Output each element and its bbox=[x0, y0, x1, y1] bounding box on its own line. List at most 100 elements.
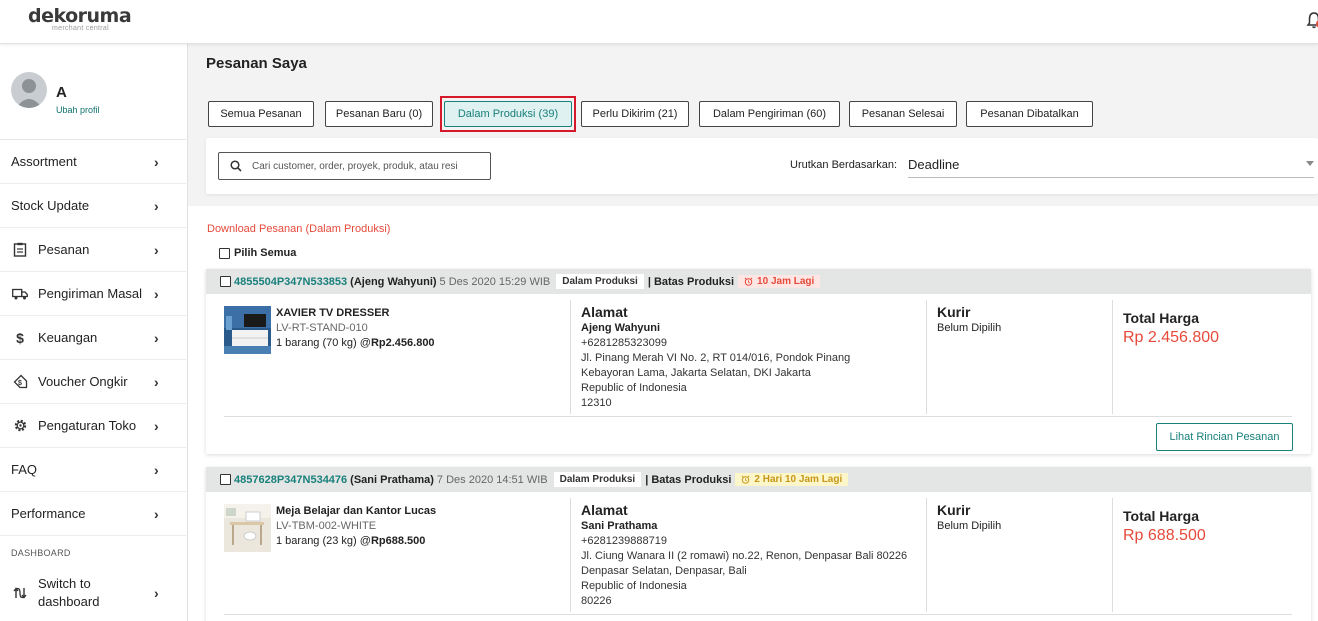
sidebar-item-label: Assortment bbox=[11, 154, 77, 169]
alarm-clock-icon bbox=[744, 277, 753, 286]
production-deadline-label: | Batas Produksi bbox=[645, 473, 732, 486]
chevron-right-icon: › bbox=[154, 329, 159, 346]
logo-text: dekoruma bbox=[28, 5, 132, 27]
status-badge: Dalam Produksi bbox=[556, 274, 644, 289]
chevron-right-icon: › bbox=[154, 461, 159, 478]
product-sku: LV-RT-STAND-010 bbox=[276, 322, 368, 334]
sidebar-item-pengiriman-masal[interactable]: Pengiriman Masal › bbox=[0, 272, 186, 316]
select-all[interactable]: Pilih Semua bbox=[219, 247, 296, 259]
address-recipient: Sani Prathama bbox=[581, 520, 658, 532]
sidebar-item-faq[interactable]: FAQ › bbox=[0, 448, 186, 492]
sidebar-item-keuangan[interactable]: $ Keuangan › bbox=[0, 316, 186, 360]
address-title: Alamat bbox=[581, 304, 628, 320]
gear-icon bbox=[12, 418, 28, 434]
tab-pesanan-baru[interactable]: Pesanan Baru (0) bbox=[325, 101, 433, 127]
clipboard-icon bbox=[12, 242, 28, 258]
sidebar-item-label: Performance bbox=[11, 506, 86, 521]
sidebar-item-stock-update[interactable]: Stock Update › bbox=[0, 184, 186, 228]
order-customer: (Ajeng Wahyuni) bbox=[350, 275, 437, 288]
notification-bell-icon[interactable] bbox=[1306, 11, 1318, 29]
total-price-value: Rp 688.500 bbox=[1123, 527, 1206, 544]
sidebar-item-performance[interactable]: Performance › bbox=[0, 492, 186, 536]
unit-price: Rp2.456.800 bbox=[370, 337, 435, 349]
order-header: 4857628P347N534476 (Sani Prathama) 7 Des… bbox=[206, 467, 1311, 492]
sort-select[interactable]: Deadline bbox=[908, 148, 1314, 178]
courier-title: Kurir bbox=[937, 304, 971, 320]
address-country: Republic of Indonesia bbox=[581, 382, 687, 394]
sidebar-item-assortment[interactable]: Assortment › bbox=[0, 140, 186, 184]
sidebar-item-label: Stock Update bbox=[11, 198, 90, 213]
search-input[interactable] bbox=[252, 160, 482, 172]
avatar[interactable] bbox=[11, 72, 47, 108]
product-quantity: 1 barang (70 kg) @Rp2.456.800 bbox=[276, 337, 435, 349]
deadline-text: 2 Hari 10 Jam Lagi bbox=[754, 474, 843, 485]
card-divider bbox=[224, 614, 1292, 615]
profile-section: A Ubah profil bbox=[0, 44, 186, 140]
page-title: Pesanan Saya bbox=[206, 55, 307, 72]
caret-down-icon bbox=[1306, 161, 1314, 166]
chevron-right-icon: › bbox=[154, 417, 159, 434]
chevron-right-icon: › bbox=[154, 197, 159, 214]
product-thumbnail[interactable] bbox=[224, 306, 271, 354]
product-name[interactable]: Meja Belajar dan Kantor Lucas bbox=[276, 505, 436, 517]
edit-profile-link[interactable]: Ubah profil bbox=[56, 105, 100, 115]
total-price-title: Total Harga bbox=[1123, 508, 1199, 524]
address-district: Kebayoran Lama, Jakarta Selatan, DKI Jak… bbox=[581, 367, 811, 379]
order-checkbox[interactable] bbox=[220, 474, 231, 485]
product-name[interactable]: XAVIER TV DRESSER bbox=[276, 307, 390, 319]
view-order-details-button[interactable]: Lihat Rincian Pesanan bbox=[1156, 423, 1293, 451]
download-orders-link[interactable]: Download Pesanan (Dalam Produksi) bbox=[207, 223, 390, 235]
deadline-badge: 10 Jam Lagi bbox=[738, 275, 821, 288]
tab-perlu-dikirim[interactable]: Perlu Dikirim (21) bbox=[581, 101, 689, 127]
sidebar-item-voucher-ongkir[interactable]: $ Voucher Ongkir › bbox=[0, 360, 186, 404]
address-title: Alamat bbox=[581, 502, 628, 518]
card-divider bbox=[224, 416, 1292, 417]
sidebar-item-label: Keuangan bbox=[38, 330, 98, 345]
order-id-link[interactable]: 4855504P347N533853 bbox=[234, 276, 347, 288]
dekoruma-logo[interactable]: dekoruma merchant central bbox=[28, 5, 132, 32]
sidebar-item-pengaturan-toko[interactable]: Pengaturan Toko › bbox=[0, 404, 186, 448]
select-all-label: Pilih Semua bbox=[234, 247, 297, 259]
top-bar: dekoruma merchant central bbox=[0, 0, 1318, 44]
search-box[interactable] bbox=[218, 152, 491, 180]
order-checkbox[interactable] bbox=[220, 276, 231, 287]
sidebar-item-switch-dashboard[interactable]: Switch to dashboard › bbox=[0, 568, 186, 618]
dollar-icon: $ bbox=[16, 329, 24, 346]
logo-subtitle: merchant central bbox=[52, 25, 109, 32]
chevron-right-icon: › bbox=[154, 373, 159, 390]
order-id-link[interactable]: 4857628P347N534476 bbox=[234, 474, 347, 486]
orders-header: Pesanan Saya Semua Pesanan Pesanan Baru … bbox=[188, 44, 1318, 206]
tab-pesanan-selesai[interactable]: Pesanan Selesai bbox=[849, 101, 957, 127]
sort-label: Urutkan Berdasarkan: bbox=[790, 159, 897, 171]
dashboard-section-label: DASHBOARD bbox=[11, 548, 71, 558]
sidebar-item-label: Pengaturan Toko bbox=[38, 418, 137, 433]
courier-value: Belum Dipilih bbox=[937, 322, 1002, 334]
courier-title: Kurir bbox=[937, 502, 971, 518]
chevron-right-icon: › bbox=[154, 505, 159, 522]
voucher-tag-icon: $ bbox=[12, 374, 28, 390]
product-sku: LV-TBM-002-WHITE bbox=[276, 520, 377, 532]
address-recipient: Ajeng Wahyuni bbox=[581, 322, 661, 334]
sidebar-item-label: FAQ bbox=[11, 462, 38, 477]
filter-panel: Urutkan Berdasarkan: Deadline bbox=[206, 138, 1318, 194]
address-district: Denpasar Selatan, Denpasar, Bali bbox=[581, 565, 747, 577]
order-customer: (Sani Prathama) bbox=[350, 473, 434, 486]
address-postal-code: 12310 bbox=[581, 397, 612, 409]
sort-value: Deadline bbox=[908, 157, 960, 172]
production-deadline-label: | Batas Produksi bbox=[647, 275, 735, 288]
tab-semua-pesanan[interactable]: Semua Pesanan bbox=[208, 101, 314, 127]
tab-pesanan-dibatalkan[interactable]: Pesanan Dibatalkan bbox=[966, 101, 1093, 127]
switch-label-line1: Switch to bbox=[38, 576, 91, 591]
search-icon bbox=[230, 159, 244, 173]
order-card: 4855504P347N533853 (Ajeng Wahyuni) 5 Des… bbox=[206, 269, 1311, 454]
column-divider bbox=[1112, 498, 1113, 612]
chevron-right-icon: › bbox=[154, 585, 159, 601]
sidebar-item-pesanan[interactable]: Pesanan › bbox=[0, 228, 186, 272]
order-date: 5 Des 2020 15:29 WIB bbox=[439, 275, 551, 288]
product-thumbnail[interactable] bbox=[224, 504, 271, 552]
chevron-right-icon: › bbox=[154, 153, 159, 170]
tab-dalam-pengiriman[interactable]: Dalam Pengiriman (60) bbox=[699, 101, 840, 127]
select-all-checkbox[interactable] bbox=[219, 247, 230, 259]
column-divider bbox=[1112, 300, 1113, 414]
order-date: 7 Des 2020 14:51 WIB bbox=[436, 473, 548, 486]
